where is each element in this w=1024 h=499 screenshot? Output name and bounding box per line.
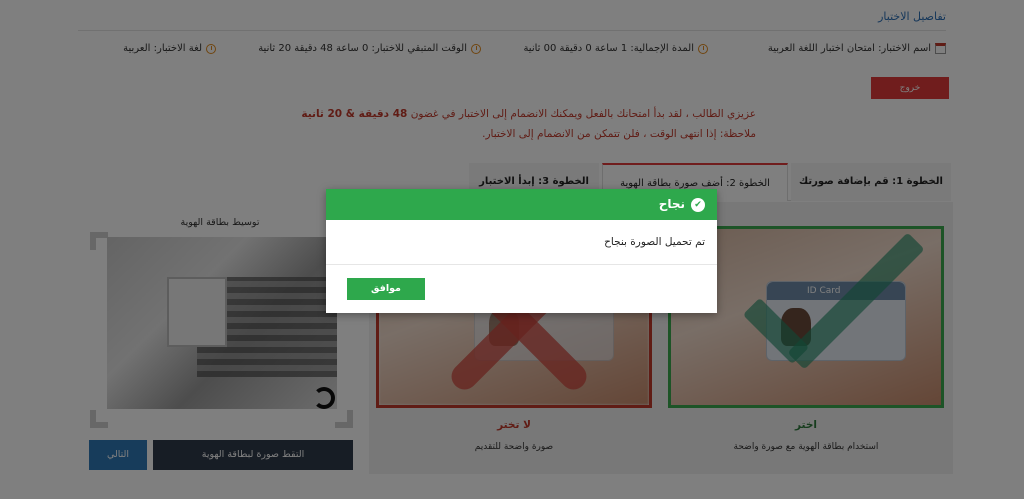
ok-button[interactable]: موافق (347, 278, 425, 300)
dialog-message: تم تحميل الصورة بنجاح (604, 236, 705, 248)
dialog-header: ✔ نجاح (326, 189, 717, 220)
success-dialog: ✔ نجاح تم تحميل الصورة بنجاح موافق (326, 189, 717, 313)
check-circle-icon: ✔ (691, 197, 705, 212)
dialog-title: نجاح (658, 197, 685, 211)
dialog-divider (326, 264, 717, 265)
